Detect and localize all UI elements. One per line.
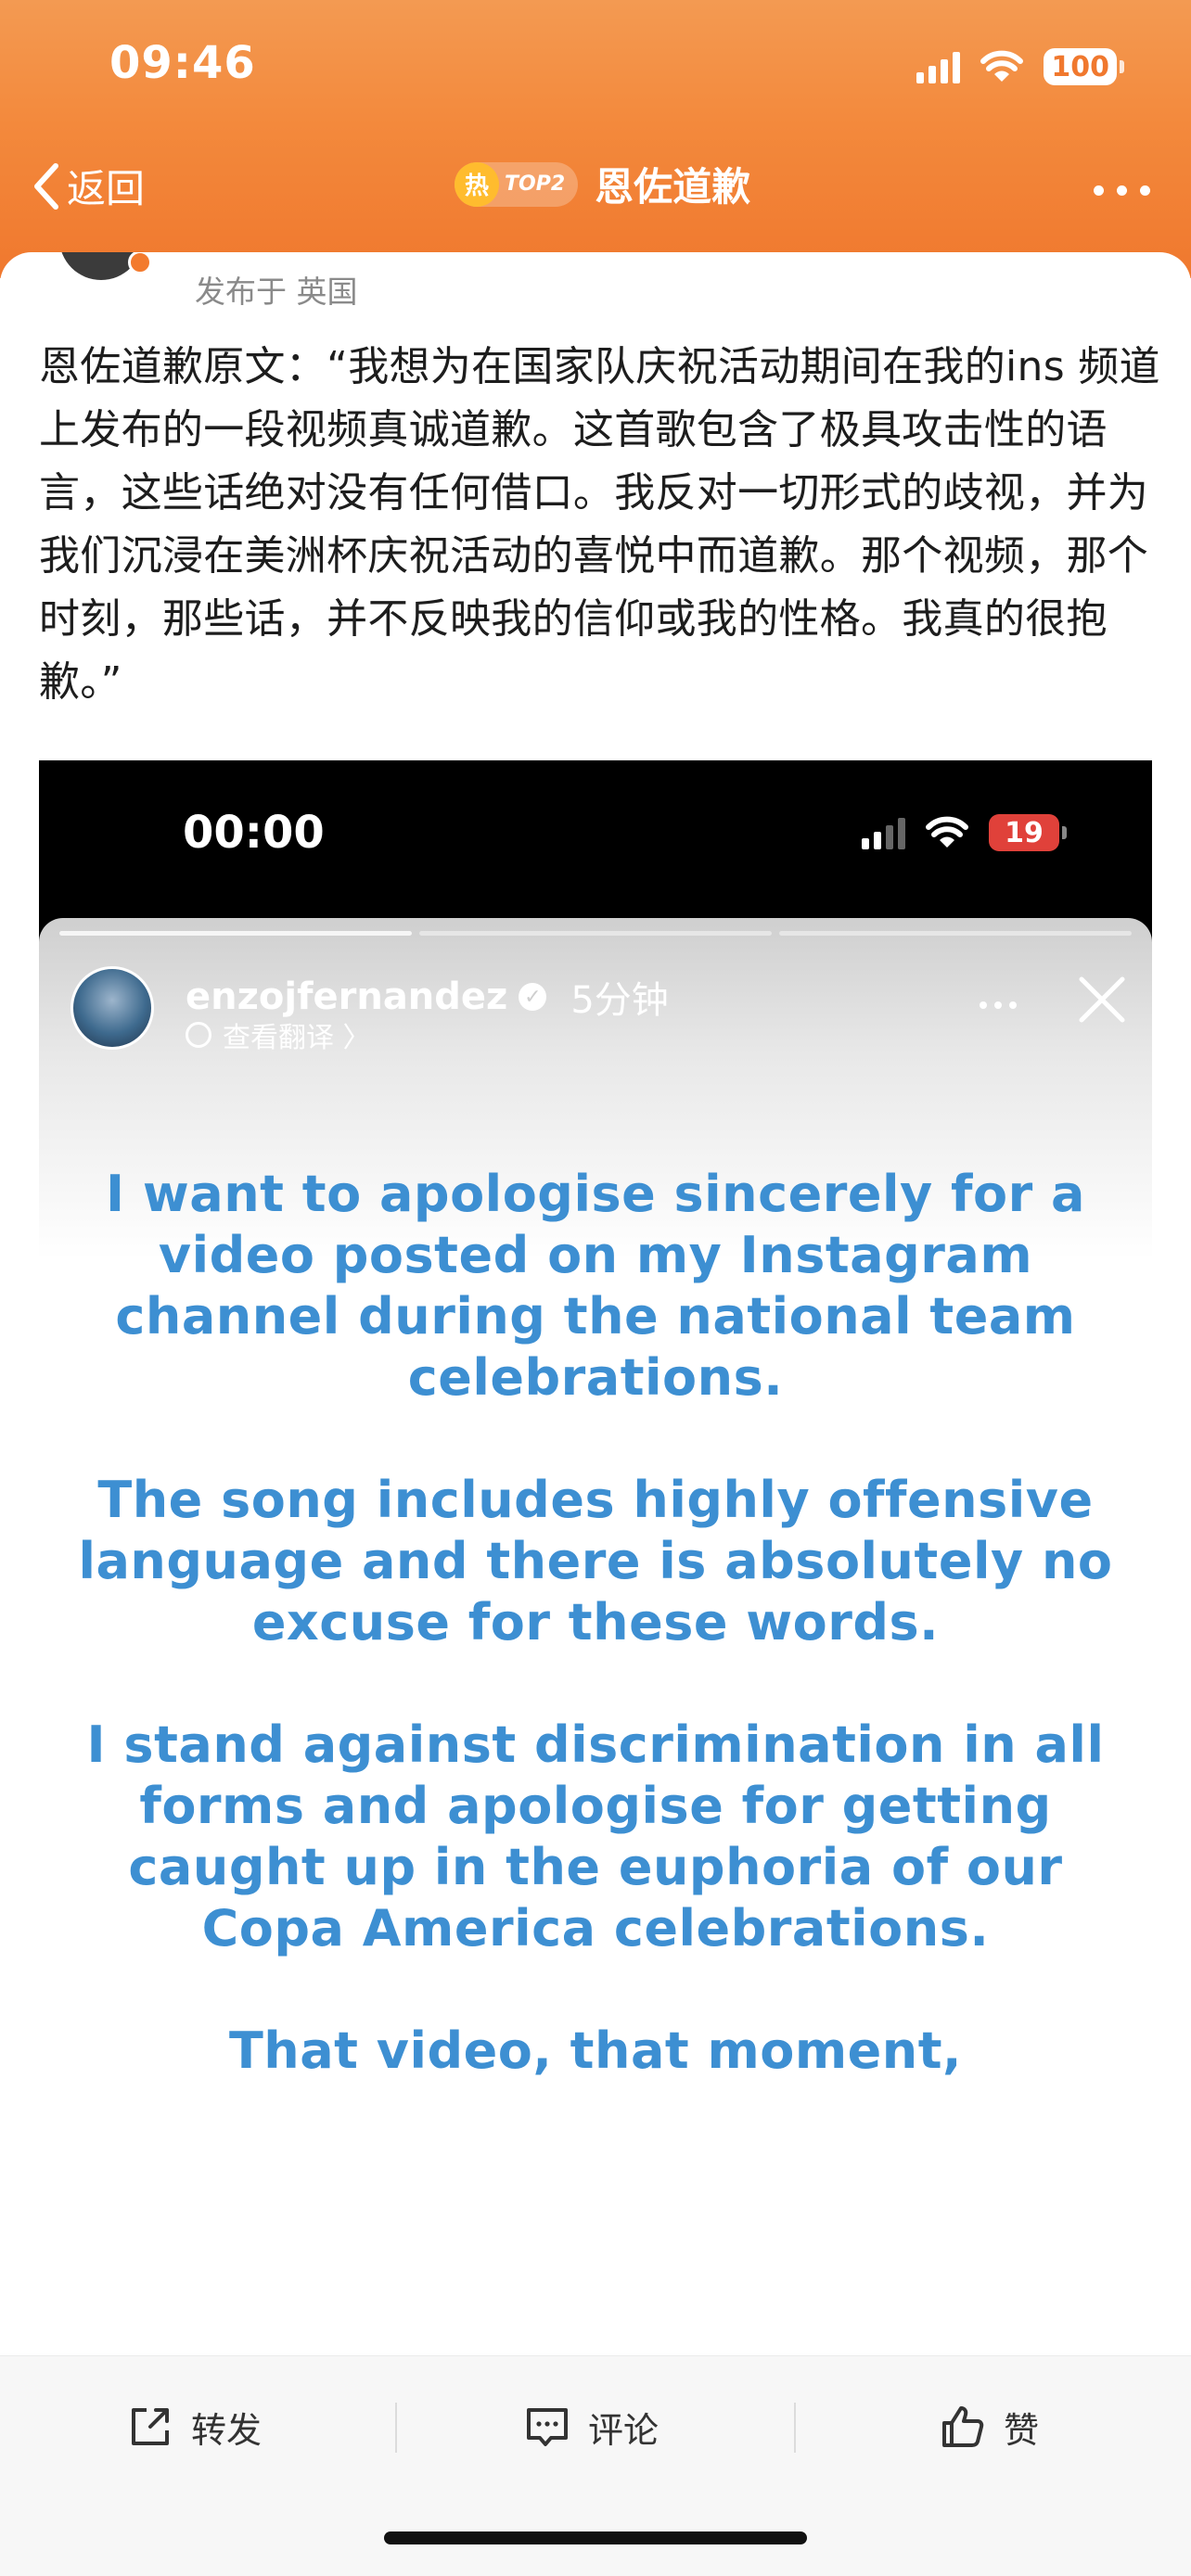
battery-icon: 100 — [1044, 48, 1124, 85]
hot-rank-badge: 热 TOP2 — [455, 161, 579, 207]
status-time: 09:46 — [109, 37, 256, 89]
story-progress — [59, 931, 1132, 936]
translate-link[interactable]: 查看翻译 〉 — [186, 1014, 371, 1055]
story-wifi-icon — [926, 816, 968, 848]
story-timestamp: 5分钟 — [570, 979, 669, 1022]
post-card: 发布于 英国 恩佐道歉原文：“我想为在国家队庆祝活动期间在我的ins 频道上发布… — [0, 252, 1191, 2576]
status-icons: 100 — [916, 45, 1124, 89]
close-icon[interactable] — [1076, 974, 1128, 1026]
story-image[interactable]: 00:00 19 enzojfernandez ✓ 5分钟 查看翻译 〉 I w… — [39, 760, 1152, 2576]
story-username[interactable]: enzojfernandez — [186, 976, 507, 1018]
divider — [395, 2403, 397, 2453]
story-paragraph: That video, that moment, — [228, 2021, 963, 2080]
home-indicator[interactable] — [384, 2531, 807, 2544]
story-paragraph: The song includes highly offensive langu… — [78, 1471, 1113, 1651]
more-button[interactable] — [1094, 185, 1150, 196]
wifi-icon — [980, 50, 1024, 82]
chevron-left-icon — [34, 162, 58, 210]
back-label: 返回 — [67, 166, 146, 211]
comment-icon — [527, 2408, 568, 2446]
like-label: 赞 — [1004, 2409, 1040, 2451]
back-button[interactable]: 返回 — [30, 158, 145, 214]
like-button[interactable]: 赞 — [939, 2401, 1039, 2453]
rank-label: TOP2 — [505, 172, 566, 196]
signal-icon — [916, 50, 961, 83]
story-more-icon[interactable] — [980, 1001, 1017, 1009]
translate-label: 查看翻译 〉 — [223, 1022, 371, 1054]
story-signal-icon — [862, 816, 905, 849]
hot-icon: 热 — [455, 161, 499, 207]
story-battery-icon: 19 — [989, 814, 1067, 851]
post-location: 发布于 英国 — [195, 274, 358, 310]
story-status-bar: 00:00 19 — [39, 760, 1152, 937]
comment-label: 评论 — [588, 2409, 660, 2451]
forward-button[interactable]: 转发 — [126, 2401, 262, 2453]
forward-label: 转发 — [191, 2409, 263, 2451]
story-time: 00:00 — [183, 807, 325, 859]
story-avatar[interactable] — [70, 966, 154, 1050]
story-paragraph: I want to apologise sincerely for a vide… — [106, 1165, 1085, 1407]
thumbs-up-icon — [942, 2406, 984, 2447]
post-text: 恩佐道歉原文：“我想为在国家队庆祝活动期间在我的ins 频道上发布的一段视频真诚… — [39, 343, 1160, 706]
hot-topic-title: 热 TOP2 恩佐道歉 — [455, 156, 750, 212]
divider — [794, 2403, 796, 2453]
top-header: 09:46 100 返回 热 TOP2 恩佐道歉 — [0, 0, 1191, 278]
comment-button[interactable]: 评论 — [523, 2401, 659, 2453]
story-text: I want to apologise sincerely for a vide… — [76, 1164, 1115, 2143]
verified-icon: ✓ — [519, 983, 547, 1011]
avatar-badge — [128, 252, 152, 274]
story-paragraph: I stand against discrimination in all fo… — [86, 1715, 1105, 1958]
story-status-icons: 19 — [862, 814, 1067, 851]
page-title: 恩佐道歉 — [595, 164, 751, 210]
story-panel: enzojfernandez ✓ 5分钟 查看翻译 〉 I want to ap… — [39, 918, 1152, 2576]
share-icon — [132, 2408, 169, 2445]
translate-icon — [186, 1022, 211, 1048]
